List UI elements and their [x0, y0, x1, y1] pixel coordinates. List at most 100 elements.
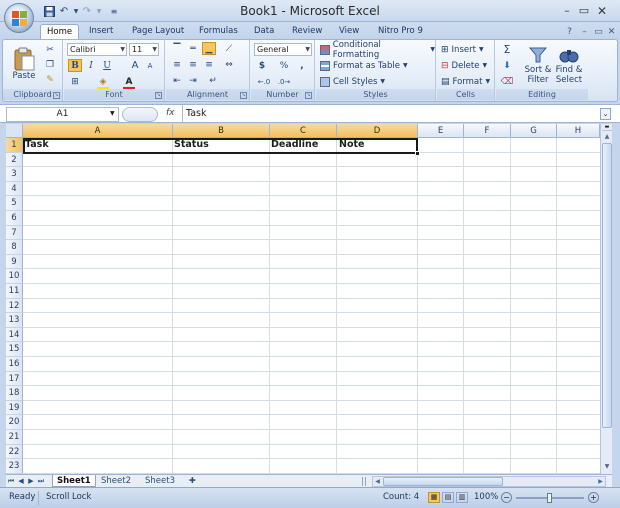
row-header-4[interactable]: 4 [6, 181, 23, 197]
row-header-2[interactable]: 2 [6, 152, 23, 168]
tab-formulas[interactable]: Formulas [193, 24, 244, 40]
sheet-tab-sheet2[interactable]: Sheet2 [97, 475, 135, 487]
restore-icon[interactable]: ▭ [576, 3, 592, 18]
row-header-5[interactable]: 5 [6, 196, 23, 211]
percent-button[interactable]: % [277, 59, 291, 72]
grow-font-button[interactable]: A [128, 59, 142, 72]
expand-formula-bar-icon[interactable]: ⌄ [600, 108, 611, 120]
align-top-icon[interactable]: ▔ [170, 42, 184, 55]
tab-insert[interactable]: Insert [83, 24, 119, 40]
row-header-11[interactable]: 11 [6, 284, 23, 299]
row-header-14[interactable]: 14 [6, 327, 23, 343]
italic-button[interactable]: I [84, 59, 98, 72]
conditional-formatting-button[interactable]: Conditional Formatting ▼ [320, 40, 435, 60]
format-as-table-button[interactable]: Format as Table ▼ [320, 59, 408, 72]
tab-home[interactable]: Home [40, 24, 80, 40]
format-painter-icon[interactable]: ✎ [43, 73, 57, 86]
fill-icon[interactable]: ⬇ [500, 59, 514, 72]
tab-nitro-pro[interactable]: Nitro Pro 9 [372, 24, 429, 40]
scroll-right-icon[interactable]: ▶ [596, 477, 605, 486]
formula-input[interactable]: Task [186, 108, 207, 119]
row-header-17[interactable]: 17 [6, 371, 23, 387]
row-header-21[interactable]: 21 [6, 430, 23, 445]
sheet-tab-sheet3[interactable]: Sheet3 [141, 475, 179, 487]
sheet-tab-sheet1[interactable]: Sheet1 [52, 475, 96, 487]
ribbon-minimize-icon[interactable]: – [578, 25, 591, 38]
insert-sheet-icon[interactable]: ✚ [185, 475, 200, 487]
font-size-select[interactable]: 11 ▼ [129, 43, 159, 56]
row-header-22[interactable]: 22 [6, 444, 23, 460]
align-right-icon[interactable]: ≡ [202, 58, 216, 71]
paste-button[interactable]: Paste [9, 42, 39, 86]
normal-view-icon[interactable]: ▦ [428, 492, 440, 503]
alignment-launcher-icon[interactable]: ↘ [240, 92, 247, 99]
row-header-13[interactable]: 13 [6, 313, 23, 328]
number-launcher-icon[interactable]: ↘ [305, 92, 312, 99]
row-header-8[interactable]: 8 [6, 240, 23, 255]
autosum-button[interactable]: Σ [500, 43, 514, 56]
comma-button[interactable]: , [295, 59, 309, 72]
name-box[interactable]: A1 [6, 107, 119, 122]
column-header-c[interactable]: C [270, 124, 337, 138]
shrink-font-button[interactable]: A [143, 59, 157, 72]
horizontal-scrollbar[interactable]: ◀ ▶ [372, 476, 606, 487]
office-button[interactable] [4, 3, 34, 33]
clear-icon[interactable]: ⌫ [500, 75, 514, 88]
column-header-a[interactable]: A [23, 124, 173, 138]
row-header-7[interactable]: 7 [6, 225, 23, 241]
sort-filter-button[interactable]: Sort & Filter [524, 43, 552, 87]
name-box-dropdown-icon[interactable]: ▼ [110, 110, 115, 117]
row-header-20[interactable]: 20 [6, 415, 23, 430]
increase-decimal-icon[interactable]: ←.0 [257, 75, 271, 88]
align-bottom-icon[interactable]: ▁ [202, 42, 216, 55]
column-header-h[interactable]: H [557, 124, 600, 138]
scroll-down-icon[interactable]: ▼ [602, 462, 612, 472]
align-middle-icon[interactable]: ═ [186, 42, 200, 55]
last-sheet-icon[interactable]: ⏭ [36, 476, 46, 487]
borders-icon[interactable]: ⊞ [68, 75, 82, 88]
first-sheet-icon[interactable]: ⏮ [6, 476, 16, 487]
row-header-10[interactable]: 10 [6, 269, 23, 284]
select-all-button[interactable] [6, 124, 23, 138]
format-cells-button[interactable]: ▤ Format ▼ [441, 75, 490, 88]
row-header-3[interactable]: 3 [6, 167, 23, 182]
number-format-select[interactable]: General ▼ [254, 43, 312, 56]
increase-indent-icon[interactable]: ⇥ [186, 74, 200, 87]
insert-function-button[interactable]: fx [166, 108, 175, 118]
cut-icon[interactable]: ✂ [43, 43, 57, 56]
ribbon-restore-icon[interactable]: ▭ [592, 25, 605, 38]
vertical-scroll-thumb[interactable] [602, 143, 612, 428]
row-header-9[interactable]: 9 [6, 254, 23, 270]
wrap-text-icon[interactable]: ↵ [206, 74, 220, 87]
insert-cells-button[interactable]: ⊞ Insert ▼ [441, 43, 484, 56]
fill-handle[interactable] [415, 151, 420, 156]
column-header-f[interactable]: F [464, 124, 511, 138]
minimize-icon[interactable]: – [559, 3, 575, 18]
row-header-12[interactable]: 12 [6, 298, 23, 314]
next-sheet-icon[interactable]: ▶ [26, 476, 36, 487]
ribbon-close-icon[interactable]: ✕ [605, 25, 618, 38]
row-header-15[interactable]: 15 [6, 342, 23, 357]
help-icon[interactable]: ? [563, 25, 576, 38]
tab-review[interactable]: Review [286, 24, 328, 40]
decrease-decimal-icon[interactable]: .0→ [277, 75, 291, 88]
page-break-view-icon[interactable]: ▥ [456, 492, 468, 503]
vertical-scrollbar[interactable]: ▬ ▲ ▼ [600, 124, 612, 474]
row-header-16[interactable]: 16 [6, 357, 23, 372]
orientation-icon[interactable]: ⟋ [222, 42, 236, 55]
copy-icon[interactable]: ❐ [43, 58, 57, 71]
column-header-e[interactable]: E [418, 124, 464, 138]
worksheet-grid[interactable]: ABCDEFGH 1 2 3 4 5 6 7 8 9 10 11 12 13 14 15 16 17 18 19 20… [6, 124, 600, 474]
tab-data[interactable]: Data [248, 24, 280, 40]
horizontal-scroll-thumb[interactable] [383, 477, 503, 486]
currency-button[interactable]: $ [255, 59, 269, 72]
column-header-b[interactable]: B [173, 124, 270, 138]
zoom-slider-thumb[interactable] [547, 493, 552, 503]
decrease-indent-icon[interactable]: ⇤ [170, 74, 184, 87]
bold-button[interactable]: B [68, 59, 82, 72]
zoom-out-icon[interactable]: − [501, 492, 512, 503]
row-header-6[interactable]: 6 [6, 211, 23, 226]
underline-button[interactable]: U [100, 59, 114, 72]
scroll-up-icon[interactable]: ▲ [602, 132, 612, 142]
column-header-d[interactable]: D [337, 124, 418, 138]
